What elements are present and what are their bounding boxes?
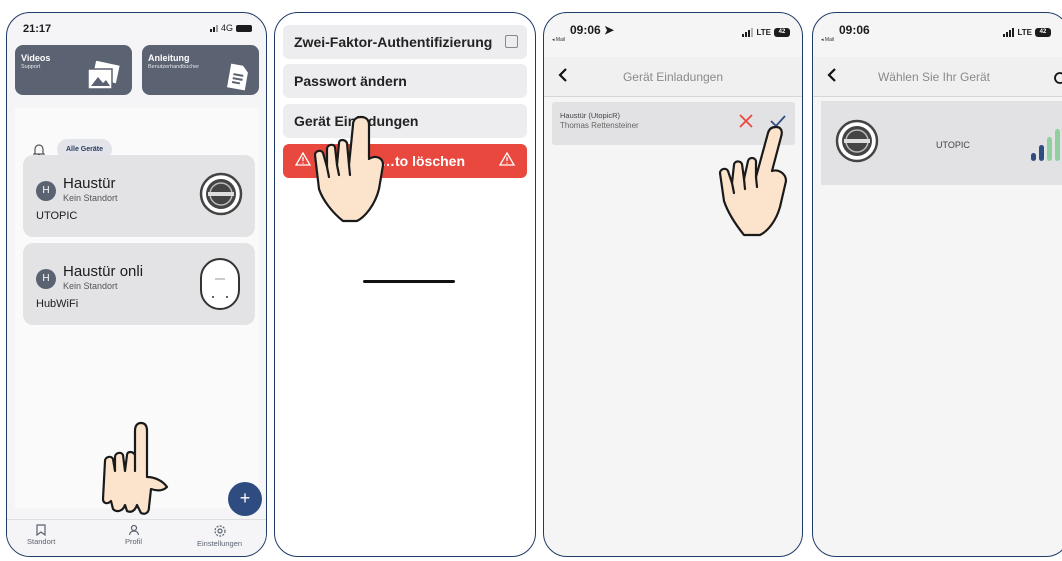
menu-label: Gerät Einladungen xyxy=(294,113,419,129)
nav-item-standort[interactable]: Standort xyxy=(27,524,55,546)
nav-item-profil[interactable]: Profil xyxy=(125,524,142,546)
status-time: 09:06 ➤ xyxy=(570,23,614,37)
device-location: Kein Standort xyxy=(63,281,118,291)
utopic-lock-icon xyxy=(199,172,243,216)
bottom-nav: Standort Profil Einstellungen xyxy=(7,519,266,556)
utopic-lock-icon xyxy=(835,119,879,163)
home-indicator xyxy=(363,280,455,283)
device-model: UTOPIC xyxy=(36,210,78,222)
accept-checkmark-icon[interactable] xyxy=(769,114,787,128)
status-time: 09:06 xyxy=(839,23,870,37)
device-location: Kein Standort xyxy=(63,193,118,203)
location-arrow-icon: ➤ xyxy=(604,23,615,37)
device-card[interactable]: H Haustür onli Kein Standort HubWiFi xyxy=(23,243,255,325)
status-time-text: 09:06 xyxy=(570,23,601,37)
battery-icon: 42 xyxy=(774,28,790,37)
device-model: HubWiFi xyxy=(36,298,79,310)
menu-item-delete-account[interactable]: …to löschen xyxy=(283,144,527,178)
menu-label: …to löschen xyxy=(381,153,466,169)
network-type: LTE xyxy=(756,28,771,37)
avatar: H xyxy=(36,269,56,289)
photos-icon xyxy=(87,61,120,90)
hub-wifi-icon xyxy=(200,258,240,310)
menu-label: Zwei-Faktor-Authentifizierung xyxy=(294,34,493,50)
refresh-icon[interactable] xyxy=(1053,71,1062,85)
network-type: LTE xyxy=(1017,28,1032,37)
two-factor-checkbox[interactable] xyxy=(505,35,518,48)
status-indicators: LTE 42 xyxy=(742,28,790,37)
gear-icon xyxy=(213,525,226,537)
invitation-device: Haustür (UtopicR) xyxy=(560,111,621,120)
device-name: Haustür xyxy=(63,175,116,192)
device-name: UTOPIC xyxy=(936,140,970,150)
menu-item-change-password[interactable]: Passwort ändern xyxy=(283,64,527,98)
phone-screen-device-invitations: 09:06 ➤ ◂ Mail LTE 42 Gerät Einladungen … xyxy=(543,12,803,557)
menu-item-two-factor[interactable]: Zwei-Faktor-Authentifizierung xyxy=(283,25,527,59)
menu-item-device-invitations[interactable]: Gerät Einladungen xyxy=(283,104,527,138)
menu-label: Passwort ändern xyxy=(294,73,407,89)
phone-screen-select-device: 09:06 ◂ Mail LTE 42 Wählen Sie Ihr Gerät… xyxy=(812,12,1062,557)
reject-icon[interactable] xyxy=(738,113,754,129)
device-name: Haustür onli xyxy=(63,263,144,280)
warning-icon xyxy=(295,152,311,166)
signal-strength-icon xyxy=(1031,129,1060,161)
warning-icon xyxy=(499,152,515,166)
status-indicators: LTE 42 xyxy=(1003,28,1051,37)
battery-icon xyxy=(236,24,252,32)
signal-icon xyxy=(742,28,754,37)
page-title: Wählen Sie Ihr Gerät xyxy=(877,70,991,84)
nav-item-einstellungen[interactable]: Einstellungen xyxy=(197,524,242,548)
person-icon xyxy=(128,524,139,536)
back-to-mail[interactable]: ◂ Mail xyxy=(821,37,834,43)
back-to-mail[interactable]: ◂ Mail xyxy=(552,37,565,43)
status-time: 21:17 xyxy=(23,23,52,35)
bookmark-icon xyxy=(36,524,46,536)
nav-label: Standort xyxy=(27,537,56,546)
invitation-sender: Thomas Rettensteiner xyxy=(560,121,639,130)
phone-screen-home: 21:17 4G Videos Support Anleitung Benutz… xyxy=(6,12,267,557)
network-type: 4G xyxy=(220,23,233,33)
navigation-header: Wählen Sie Ihr Gerät xyxy=(813,57,1062,97)
document-icon xyxy=(227,63,248,91)
avatar: H xyxy=(36,181,56,201)
device-card[interactable]: H Haustür Kein Standort UTOPIC xyxy=(23,155,255,237)
signal-icon xyxy=(1003,28,1015,37)
add-device-button[interactable]: + xyxy=(228,482,262,516)
manual-tile[interactable]: Anleitung Benutzerhandbücher xyxy=(142,45,259,95)
invitation-row: Haustür (UtopicR) Thomas Rettensteiner xyxy=(552,102,795,145)
nav-label: Profil xyxy=(125,537,143,546)
battery-icon: 42 xyxy=(1035,28,1051,37)
videos-tile[interactable]: Videos Support xyxy=(15,45,132,95)
status-indicators: 4G xyxy=(209,23,252,33)
nav-label: Einstellungen xyxy=(197,539,243,548)
phone-screen-profile-menu: Zwei-Faktor-Authentifizierung Passwort ä… xyxy=(274,12,536,557)
signal-icon xyxy=(209,24,218,32)
page-title: Gerät Einladungen xyxy=(622,70,724,84)
device-option[interactable]: UTOPIC xyxy=(821,101,1062,185)
navigation-header: Gerät Einladungen xyxy=(544,57,802,97)
